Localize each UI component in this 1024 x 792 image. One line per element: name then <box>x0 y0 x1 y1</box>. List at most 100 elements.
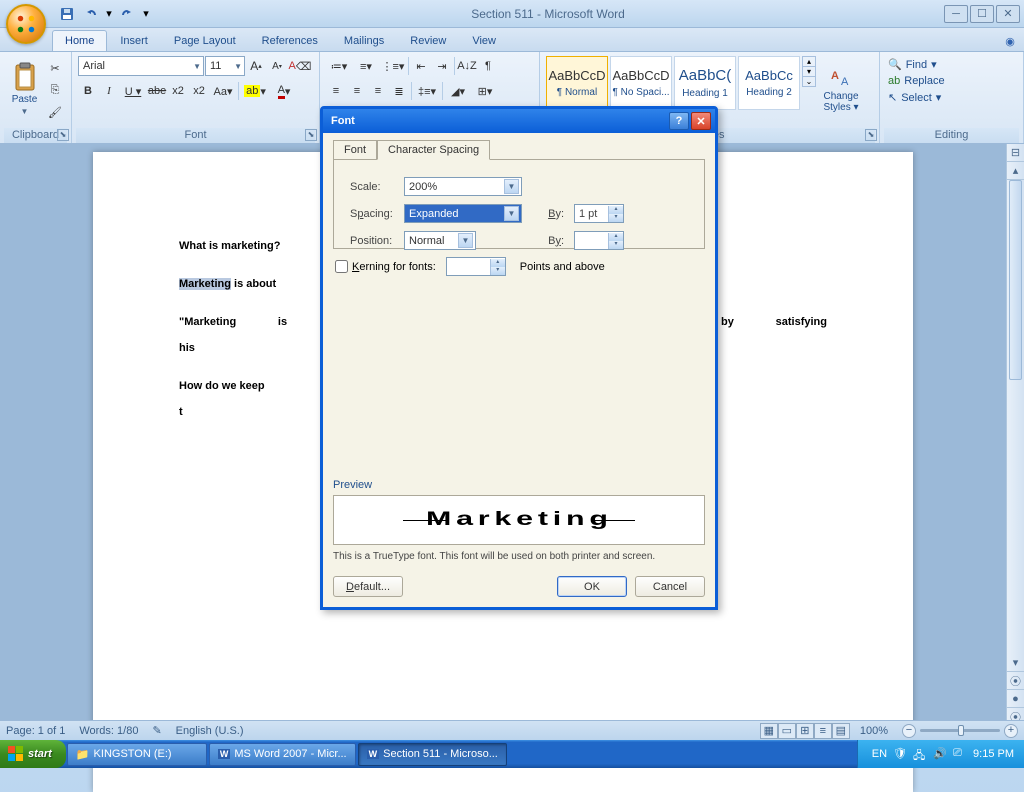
tab-references[interactable]: References <box>249 30 331 51</box>
taskbar-item-word2[interactable]: WSection 511 - Microso... <box>358 743 507 766</box>
change-case-button[interactable]: Aa▾ <box>210 81 236 101</box>
close-button[interactable]: ✕ <box>996 5 1020 23</box>
ribbon-help-icon[interactable]: ◉ <box>1000 31 1020 51</box>
replace-button[interactable]: abReplace <box>886 73 1017 89</box>
tray-lang[interactable]: EN <box>872 748 887 760</box>
scroll-up-icon[interactable]: ▴ <box>1007 162 1024 180</box>
scale-combo[interactable]: 200%▼ <box>404 177 522 196</box>
style-heading1[interactable]: AaBbC(Heading 1 <box>674 56 736 110</box>
style-gallery-scroll[interactable]: ▴ ▾ ⌄ <box>802 56 816 87</box>
tray-network-icon[interactable]: 🖧 <box>913 747 927 761</box>
dlgtab-charspacing[interactable]: Character Spacing <box>377 140 490 160</box>
browse-object-icon[interactable]: ● <box>1007 690 1024 708</box>
tab-review[interactable]: Review <box>397 30 459 51</box>
tab-home[interactable]: Home <box>52 30 107 51</box>
redo-icon[interactable] <box>116 3 138 25</box>
align-right-button[interactable]: ≡ <box>368 81 388 101</box>
shrink-font-icon[interactable]: A▾ <box>267 56 287 76</box>
style-nospaci[interactable]: AaBbCcD¶ No Spaci... <box>610 56 672 110</box>
dialog-titlebar[interactable]: Font ? ✕ <box>323 109 715 133</box>
vertical-scrollbar[interactable]: ⊟ ▴ ▾ ⦿ ● ⦿ <box>1006 144 1024 726</box>
cancel-button[interactable]: Cancel <box>635 576 705 597</box>
view-print-layout[interactable]: ▦ <box>760 723 778 739</box>
bold-button[interactable]: B <box>78 81 98 101</box>
find-button[interactable]: 🔍Find ▾ <box>886 56 1017 73</box>
underline-button[interactable]: U ▾ <box>120 81 146 101</box>
tab-insert[interactable]: Insert <box>107 30 161 51</box>
dialog-close-button[interactable]: ✕ <box>691 112 711 130</box>
clear-format-icon[interactable]: A⌫ <box>288 56 312 76</box>
cut-icon[interactable]: ✂ <box>45 58 65 78</box>
dec-indent-button[interactable]: ⇤ <box>411 56 431 76</box>
styles-launcher[interactable]: ⬊ <box>865 129 877 141</box>
kerning-checkbox[interactable] <box>335 260 348 273</box>
status-words[interactable]: Words: 1/80 <box>79 725 138 737</box>
tray-clock[interactable]: 9:15 PM <box>973 748 1014 760</box>
font-family-combo[interactable]: Arial▼ <box>78 56 204 76</box>
kerning-spin[interactable]: ▴▾ <box>446 257 506 276</box>
copy-icon[interactable]: ⎘ <box>45 80 65 100</box>
zoom-out-button[interactable]: − <box>902 724 916 738</box>
clipboard-launcher[interactable]: ⬊ <box>57 129 69 141</box>
view-draft[interactable]: ▤ <box>832 723 850 739</box>
align-center-button[interactable]: ≡ <box>347 81 367 101</box>
sort-button[interactable]: A↓Z <box>457 56 477 76</box>
undo-icon[interactable] <box>80 3 102 25</box>
tray-usb-icon[interactable]: ⎚ <box>953 747 967 761</box>
position-by-spin[interactable]: ▴▾ <box>574 231 624 250</box>
position-combo[interactable]: Normal▼ <box>404 231 476 250</box>
multilevel-button[interactable]: ⋮≡▾ <box>380 56 406 76</box>
italic-button[interactable]: I <box>99 81 119 101</box>
taskbar-item-kingston[interactable]: 📁KINGSTON (E:) <box>67 743 207 766</box>
tab-mailings[interactable]: Mailings <box>331 30 397 51</box>
maximize-button[interactable]: ☐ <box>970 5 994 23</box>
status-page[interactable]: Page: 1 of 1 <box>6 725 65 737</box>
highlight-button[interactable]: ab▾ <box>241 81 269 101</box>
paste-button[interactable]: Paste ▼ <box>6 56 43 122</box>
view-outline[interactable]: ≡ <box>814 723 832 739</box>
scroll-down-icon[interactable]: ▾ <box>1007 654 1024 672</box>
justify-button[interactable]: ≣ <box>389 81 409 101</box>
change-styles-button[interactable]: AA ChangeStyles ▾ <box>818 56 864 122</box>
ok-button[interactable]: OK <box>557 576 627 597</box>
tab-view[interactable]: View <box>459 30 509 51</box>
select-button[interactable]: ↖Select ▾ <box>886 89 1017 106</box>
format-painter-icon[interactable]: 🖌 <box>45 102 65 122</box>
default-button[interactable]: Default... <box>333 576 403 597</box>
line-spacing-button[interactable]: ‡≡▾ <box>414 81 440 101</box>
inc-indent-button[interactable]: ⇥ <box>432 56 452 76</box>
status-zoom[interactable]: 100% <box>860 725 888 737</box>
align-left-button[interactable]: ≡ <box>326 81 346 101</box>
show-hide-button[interactable]: ¶ <box>478 56 498 76</box>
style-heading2[interactable]: AaBbCcHeading 2 <box>738 56 800 110</box>
font-size-combo[interactable]: 11▼ <box>205 56 245 76</box>
bullets-button[interactable]: ≔▾ <box>326 56 352 76</box>
view-web-layout[interactable]: ⊞ <box>796 723 814 739</box>
spacing-combo[interactable]: Expanded▼ <box>404 204 522 223</box>
zoom-in-button[interactable]: + <box>1004 724 1018 738</box>
save-icon[interactable] <box>56 3 78 25</box>
tab-pagelayout[interactable]: Page Layout <box>161 30 249 51</box>
grow-font-icon[interactable]: A▴ <box>246 56 266 76</box>
scroll-thumb[interactable] <box>1009 180 1022 380</box>
borders-button[interactable]: ⊞▾ <box>472 81 498 101</box>
strike-button[interactable]: abe <box>147 81 167 101</box>
tray-shield-icon[interactable]: 🛡 <box>893 747 907 761</box>
font-launcher[interactable]: ⬊ <box>305 129 317 141</box>
font-color-button[interactable]: A▾ <box>270 81 298 101</box>
qat-dropdown-icon[interactable]: ▾ <box>140 3 152 25</box>
undo-dropdown-icon[interactable]: ▾ <box>104 3 114 25</box>
superscript-button[interactable]: x2 <box>189 81 209 101</box>
numbering-button[interactable]: ≡▾ <box>353 56 379 76</box>
start-button[interactable]: start <box>0 740 66 768</box>
zoom-thumb[interactable] <box>958 725 964 736</box>
status-language[interactable]: English (U.S.) <box>176 725 244 737</box>
view-full-reading[interactable]: ▭ <box>778 723 796 739</box>
style-normal[interactable]: AaBbCcD¶ Normal <box>546 56 608 110</box>
office-button[interactable] <box>6 4 46 44</box>
scroll-tools-icon[interactable]: ⊟ <box>1007 144 1024 162</box>
spacing-by-spin[interactable]: 1 pt▴▾ <box>574 204 624 223</box>
dlgtab-font[interactable]: Font <box>333 140 377 160</box>
status-proof-icon[interactable]: ✎ <box>152 724 161 737</box>
shading-button[interactable]: ◢▾ <box>445 81 471 101</box>
